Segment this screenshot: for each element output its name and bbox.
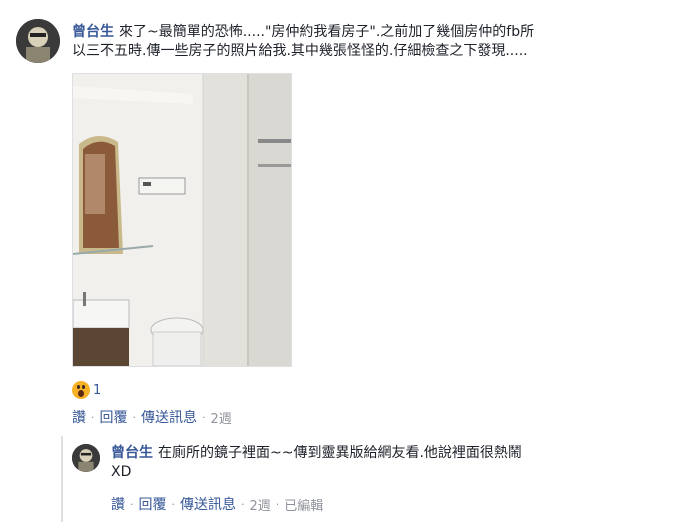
avatar-image <box>16 19 60 63</box>
comment-text: 曾台生 來了~最簡單的恐怖....."房仲約我看房子".之前加了幾個房仲的fb所 … <box>72 23 692 61</box>
bathroom-photo <box>73 74 291 366</box>
separator: · <box>171 497 176 511</box>
separator: · <box>132 410 137 424</box>
like-link[interactable]: 讚 <box>111 494 125 514</box>
reaction-summary[interactable]: 1 <box>72 379 101 401</box>
reply-thread-line <box>61 436 63 522</box>
reply-text-line1: 在廁所的鏡子裡面~~傳到靈異版給網友看.他說裡面很熱鬧 <box>158 445 522 461</box>
separator: · <box>241 497 245 511</box>
comment-text-line1: 來了~最簡單的恐怖....."房仲約我看房子".之前加了幾個房仲的fb所 <box>119 24 535 40</box>
attached-photo[interactable] <box>72 73 292 367</box>
send-message-link[interactable]: 傳送訊息 <box>180 494 236 514</box>
comment-author[interactable]: 曾台生 <box>72 24 114 40</box>
comment-actions: 讚 · 回覆 · 傳送訊息 · 2週 <box>72 407 232 427</box>
avatar[interactable] <box>16 19 60 63</box>
separator: · <box>275 497 280 511</box>
reply-author[interactable]: 曾台生 <box>111 445 153 461</box>
separator: · <box>202 410 206 424</box>
reply-link[interactable]: 回覆 <box>100 407 128 427</box>
reply-text: 曾台生 在廁所的鏡子裡面~~傳到靈異版給網友看.他說裡面很熱鬧 XD <box>111 444 681 482</box>
reaction-count: 1 <box>93 382 102 398</box>
wow-emoji-icon <box>72 381 90 399</box>
send-message-link[interactable]: 傳送訊息 <box>141 407 197 427</box>
separator: · <box>91 410 95 424</box>
timestamp[interactable]: 2週 <box>250 495 271 514</box>
edited-label[interactable]: 已編輯 <box>284 495 323 514</box>
reply-avatar[interactable] <box>72 444 100 472</box>
reply-link[interactable]: 回覆 <box>139 494 167 514</box>
comment-text-line2: 以三不五時.傳一些房子的照片給我.其中幾張怪怪的.仔細檢查之下發現..... <box>72 43 528 59</box>
reply-actions: 讚 · 回覆 · 傳送訊息 · 2週 · 已編輯 <box>111 494 323 514</box>
like-link[interactable]: 讚 <box>72 407 86 427</box>
separator: · <box>130 497 134 511</box>
reply-text-line2: XD <box>111 464 132 480</box>
timestamp[interactable]: 2週 <box>211 408 232 427</box>
avatar-image <box>72 444 100 472</box>
